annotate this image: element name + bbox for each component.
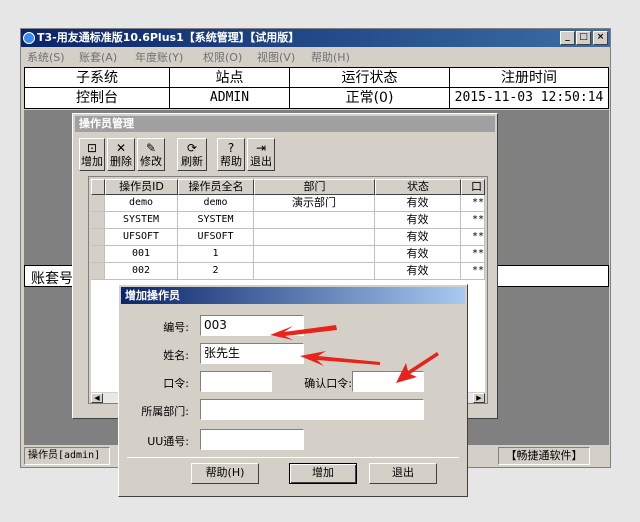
annotation-arrows: [270, 325, 439, 383]
arrow-to-name-icon: [300, 351, 380, 366]
arrow-to-confirm-icon: [396, 352, 439, 383]
arrow-to-id-icon: [270, 325, 337, 340]
